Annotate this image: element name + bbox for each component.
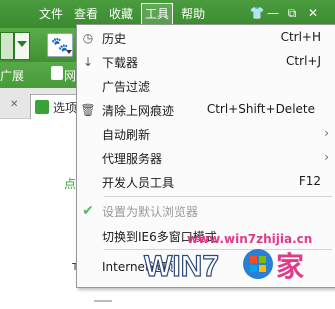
shortcut-label: F12 <box>298 174 321 188</box>
chevron-down-icon <box>17 41 27 47</box>
close-icon[interactable]: ✕ <box>305 5 321 21</box>
svg-text:WIN7: WIN7 <box>144 250 219 283</box>
menu-item-clear-history[interactable]: 🗑 清除上网痕迹 Ctrl+Shift+Delete <box>76 98 335 122</box>
chevron-down-icon[interactable] <box>66 50 72 54</box>
menu-separator <box>104 196 332 197</box>
download-arrow-icon: ↓ <box>82 55 94 69</box>
menu-item-set-default[interactable]: ✔ 设置为默认浏览器 <box>76 199 335 223</box>
page-icon <box>35 100 49 114</box>
menu-tools[interactable]: 工具 <box>141 3 174 25</box>
menu-item-label: 清除上网痕迹 <box>102 104 175 118</box>
menu-item-dev-tools[interactable]: 开发人员工具 F12 <box>76 170 335 194</box>
minimize-icon[interactable]: — <box>265 5 281 21</box>
watermark-logo: WIN7 家 <box>140 244 330 286</box>
svg-text:家: 家 <box>276 250 304 283</box>
content-fragment: 点 <box>64 177 77 191</box>
menu-item-label: 广告过滤 <box>102 80 151 94</box>
chevron-right-icon: › <box>324 126 329 140</box>
menu-item-label: 历史 <box>102 32 127 46</box>
restore-icon[interactable]: ⧉ <box>284 5 300 21</box>
checkmark-icon: ✔ <box>82 203 94 219</box>
menu-item-label: 自动刷新 <box>102 128 151 142</box>
menu-view[interactable]: 查看 <box>71 3 101 25</box>
menu-help[interactable]: 帮助 <box>178 3 208 25</box>
favbar-expand[interactable]: 广展 <box>0 67 24 84</box>
shirt-icon[interactable]: 👕 <box>249 5 265 21</box>
menu-item-auto-refresh[interactable]: 自动刷新 › <box>76 122 335 146</box>
close-icon[interactable]: ✕ <box>10 99 18 110</box>
content-dash <box>94 300 112 302</box>
web-icon <box>51 66 63 80</box>
history-clock-icon: ◷ <box>82 31 94 45</box>
toolbar-button[interactable] <box>0 32 14 60</box>
menu-item-history[interactable]: ◷ 历史 Ctrl+H <box>76 26 335 50</box>
menu-item-label: 开发人员工具 <box>102 176 175 190</box>
trash-icon: 🗑 <box>80 103 96 117</box>
menu-item-label: 设置为默认浏览器 <box>102 205 199 219</box>
favbar-item[interactable]: 网 <box>64 67 76 84</box>
tab-label: 选项 <box>53 101 78 115</box>
shortcut-label: Ctrl+H <box>280 30 321 44</box>
menu-favorites[interactable]: 收藏 <box>106 3 136 25</box>
menu-file[interactable]: 文件 <box>36 3 66 25</box>
menu-item-proxy[interactable]: 代理服务器 › <box>76 146 335 170</box>
shortcut-label: Ctrl+Shift+Delete <box>206 102 315 116</box>
menu-item-downloader[interactable]: ↓ 下载器 Ctrl+J <box>76 50 335 74</box>
menu-item-ad-filter[interactable]: 广告过滤 <box>76 74 335 98</box>
shortcut-label: Ctrl+J <box>286 54 321 68</box>
menu-item-label: 代理服务器 <box>102 152 163 166</box>
chevron-right-icon: › <box>324 150 329 164</box>
menu-bar: 文件 查看 收藏 工具 帮助 <box>36 2 213 26</box>
menu-item-label: 下载器 <box>102 56 139 70</box>
